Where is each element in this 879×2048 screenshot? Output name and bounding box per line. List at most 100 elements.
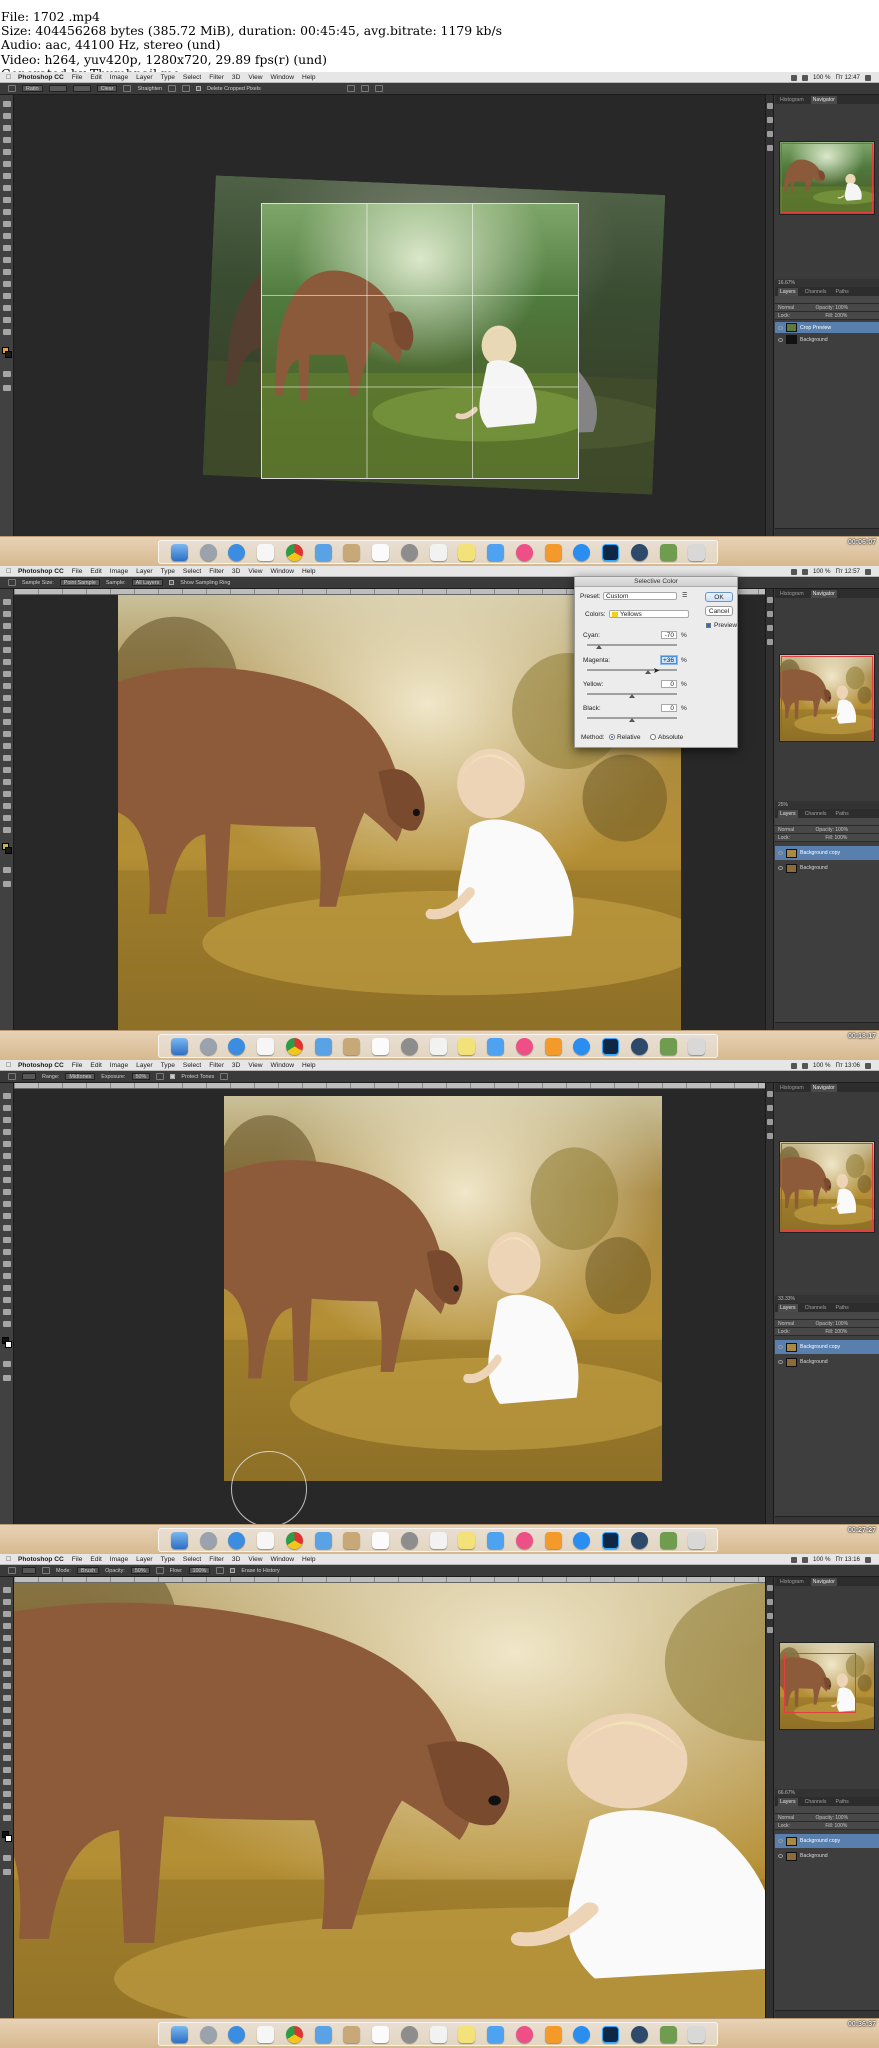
eyedropper-tool-icon[interactable]: [3, 1153, 11, 1159]
play-icon[interactable]: [767, 1585, 773, 1591]
chrome-icon[interactable]: [285, 1531, 303, 1549]
clock[interactable]: Пт 13:06: [836, 1062, 860, 1069]
finder-icon[interactable]: [170, 543, 188, 561]
quick-mask-icon[interactable]: [3, 1855, 11, 1861]
dodge-tool-icon[interactable]: [3, 1743, 11, 1749]
tab-channels[interactable]: Channels: [803, 1798, 829, 1806]
blur-tool-icon[interactable]: [3, 1731, 11, 1737]
blur-tool-icon[interactable]: [3, 245, 11, 251]
stamp-tool-icon[interactable]: [3, 1189, 11, 1195]
tab-paths[interactable]: Paths: [834, 288, 851, 296]
quick-mask-icon[interactable]: [3, 867, 11, 873]
tab-layers[interactable]: Layers: [778, 1304, 798, 1312]
magenta-slider[interactable]: [587, 669, 677, 671]
brush-preset-icon[interactable]: [767, 625, 773, 631]
menu-image[interactable]: Image: [110, 74, 128, 81]
appstore-icon[interactable]: [573, 1531, 591, 1549]
background-color-swatch[interactable]: [5, 1341, 12, 1348]
volume-icon[interactable]: [801, 1062, 808, 1069]
eyedropper-tool-icon[interactable]: [8, 579, 16, 586]
gradient-tool-icon[interactable]: [3, 1225, 11, 1231]
layer-filter-row[interactable]: [775, 818, 879, 826]
straighten-icon[interactable]: [123, 85, 132, 92]
adjustments-icon[interactable]: [767, 1105, 773, 1111]
overlay-grid-icon[interactable]: [168, 85, 177, 92]
safari-icon[interactable]: [228, 2025, 246, 2043]
keynote-icon[interactable]: [487, 2025, 504, 2043]
layer-row[interactable]: Background: [775, 334, 879, 345]
trash-icon[interactable]: [688, 1531, 706, 1549]
wifi-icon[interactable]: [790, 1062, 797, 1069]
app-menu[interactable]: Photoshop CC: [18, 1556, 64, 1563]
eraser-tool-icon[interactable]: [3, 221, 11, 227]
stickies-icon[interactable]: [458, 1037, 476, 1055]
screen-mode-icon[interactable]: [3, 1869, 11, 1875]
screen-mode-icon[interactable]: [3, 385, 11, 391]
menu-select[interactable]: Select: [183, 1556, 201, 1563]
quicktime-icon[interactable]: [630, 1037, 648, 1055]
menu-view[interactable]: View: [248, 74, 262, 81]
safari-icon[interactable]: [228, 1037, 246, 1055]
brush-preset-icon[interactable]: [767, 1613, 773, 1619]
airbrush-icon[interactable]: [216, 1567, 225, 1574]
healing-tool-icon[interactable]: [3, 1659, 11, 1665]
cyan-field[interactable]: -70: [661, 631, 677, 639]
blend-mode-select[interactable]: Normal: [778, 827, 794, 833]
menu-type[interactable]: Type: [161, 74, 175, 81]
airbrush-icon[interactable]: [156, 1073, 165, 1080]
app-menu[interactable]: Photoshop CC: [18, 74, 64, 81]
type-tool-icon[interactable]: [3, 1767, 11, 1773]
burn-tool-icon[interactable]: [8, 1073, 16, 1080]
safari-icon[interactable]: [228, 1531, 246, 1549]
battery-status[interactable]: 100 %: [813, 1062, 831, 1069]
crop-tool-icon[interactable]: [3, 1635, 11, 1641]
menu-view[interactable]: View: [248, 1556, 262, 1563]
fill-value[interactable]: 100%: [835, 313, 848, 319]
visibility-eye-icon[interactable]: [778, 337, 783, 342]
eyedropper-tool-icon[interactable]: [3, 659, 11, 665]
layer-row[interactable]: Background copy: [775, 1834, 879, 1848]
screen-mode-icon[interactable]: [3, 1375, 11, 1381]
type-tool-icon[interactable]: [3, 1273, 11, 1279]
black-slider-knob[interactable]: [629, 718, 635, 722]
opacity-value[interactable]: 100%: [835, 827, 848, 833]
crop-tool-icon[interactable]: [3, 1141, 11, 1147]
play-icon[interactable]: [767, 103, 773, 109]
tab-navigator[interactable]: Navigator: [810, 590, 837, 598]
yellow-field[interactable]: 0: [661, 680, 677, 688]
visibility-eye-icon[interactable]: [778, 1854, 783, 1858]
menu-file[interactable]: File: [72, 1556, 83, 1563]
clock[interactable]: Пт 12:57: [836, 568, 860, 575]
zoom-tool-icon[interactable]: [3, 1815, 11, 1821]
brush-size-picker[interactable]: [22, 1567, 36, 1574]
tab-paths[interactable]: Paths: [834, 1304, 851, 1312]
tab-layers[interactable]: Layers: [778, 288, 798, 296]
gradient-tool-icon[interactable]: [3, 233, 11, 239]
crop-settings-icon[interactable]: [182, 85, 191, 92]
tool-preset-icon[interactable]: [767, 639, 773, 645]
width-field[interactable]: [48, 85, 67, 92]
dodge-tool-icon[interactable]: [3, 257, 11, 263]
brush-tool-icon[interactable]: [3, 683, 11, 689]
magenta-field[interactable]: +36: [661, 656, 677, 664]
adjustments-icon[interactable]: [767, 1599, 773, 1605]
notes-icon[interactable]: [343, 543, 361, 561]
menu-window[interactable]: Window: [271, 568, 294, 575]
eraser-tool-icon[interactable]: [3, 1213, 11, 1219]
view-box[interactable]: [781, 656, 873, 740]
crop-tool-icon[interactable]: [8, 85, 16, 92]
textedit-icon[interactable]: [429, 2025, 447, 2043]
menu-help[interactable]: Help: [302, 1556, 316, 1563]
itunes-icon[interactable]: [515, 2025, 533, 2043]
menu-filter[interactable]: Filter: [209, 1062, 224, 1069]
shape-tool-icon[interactable]: [3, 1297, 11, 1303]
menu-3d[interactable]: 3D: [232, 1556, 240, 1563]
path-select-tool-icon[interactable]: [3, 293, 11, 299]
history-brush-tool-icon[interactable]: [3, 707, 11, 713]
battery-status[interactable]: 100 %: [813, 74, 831, 81]
preset-options-icon[interactable]: ☰: [682, 592, 687, 599]
preview-checkbox[interactable]: [706, 623, 711, 628]
tab-layers[interactable]: Layers: [778, 1798, 798, 1806]
launchpad-icon[interactable]: [199, 2025, 217, 2043]
quicktime-icon[interactable]: [630, 1531, 648, 1549]
